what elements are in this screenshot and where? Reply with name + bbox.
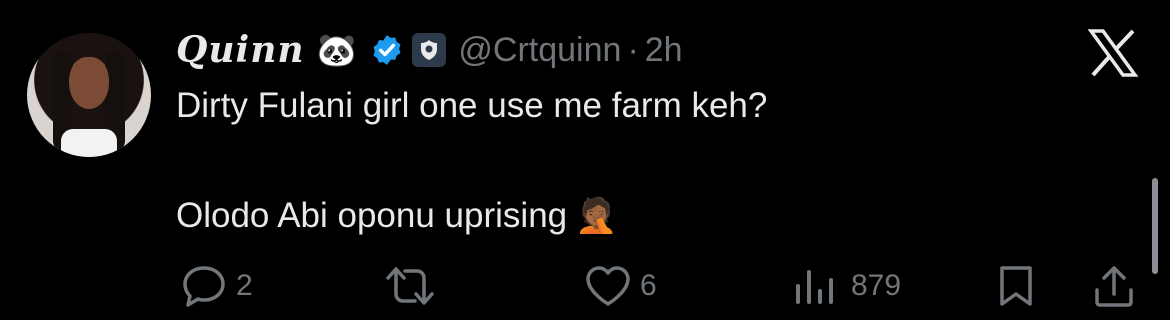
- share-button[interactable]: [1092, 262, 1136, 310]
- like-icon: [586, 266, 630, 306]
- display-name[interactable]: Quinn: [176, 29, 305, 71]
- reply-icon: [183, 266, 225, 307]
- shield-icon: [421, 40, 438, 60]
- views-button[interactable]: 879: [793, 262, 901, 310]
- affiliation-badge-icon[interactable]: [412, 33, 447, 67]
- verified-badge-icon[interactable]: [370, 33, 404, 67]
- like-count: 6: [640, 269, 657, 302]
- tweet-text-line-2-content: Olodo Abi oponu uprising: [176, 196, 568, 235]
- bookmark-button[interactable]: [996, 262, 1036, 310]
- reply-button[interactable]: 2: [180, 262, 253, 310]
- share-icon: [1095, 266, 1133, 307]
- user-handle[interactable]: @Crtquinn: [458, 31, 621, 70]
- name-emoji: 🐼: [316, 32, 357, 68]
- timestamp[interactable]: 2h: [645, 31, 683, 70]
- facepalm-emoji: 🤦🏾: [575, 197, 618, 235]
- x-logo-icon[interactable]: [1087, 28, 1139, 78]
- retweet-icon: [386, 267, 434, 305]
- views-count: 879: [851, 269, 902, 302]
- views-icon: [796, 270, 833, 304]
- retweet-button[interactable]: [384, 262, 436, 310]
- reply-count: 2: [236, 269, 253, 302]
- tweet-header: Quinn 🐼 @Crtquinn · 2h: [176, 28, 683, 72]
- tweet-text-line-1: Dirty Fulani girl one use me farm keh?: [176, 86, 768, 125]
- tweet-text-line-2: Olodo Abi oponu uprising 🤦🏾: [176, 196, 617, 236]
- avatar[interactable]: [27, 33, 151, 157]
- bookmark-icon: [1000, 266, 1032, 306]
- scrollbar[interactable]: [1152, 178, 1158, 274]
- like-button[interactable]: 6: [584, 262, 657, 310]
- avatar-face: [69, 57, 109, 109]
- separator-dot: ·: [627, 30, 639, 69]
- avatar-shirt: [61, 129, 117, 157]
